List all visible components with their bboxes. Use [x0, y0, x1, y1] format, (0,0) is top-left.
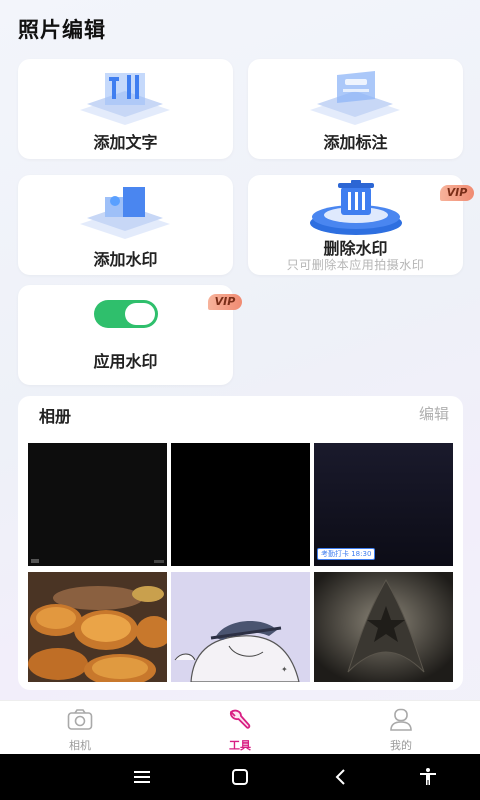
annotation-tool-illustration: [310, 71, 400, 125]
toggle-knob: [125, 303, 155, 325]
photo-thumbnail[interactable]: [314, 572, 453, 682]
add-text-card[interactable]: 添加文字: [18, 59, 233, 159]
photo-thumbnail[interactable]: [28, 572, 167, 682]
delete-watermark-card[interactable]: 删除水印 只可删除本应用拍摄水印: [248, 175, 463, 275]
thumbnail-corner-mark: [154, 560, 164, 563]
apply-watermark-vip-badge: VIP: [208, 294, 242, 310]
trash-icon: [310, 180, 402, 235]
bottom-tab-bar: 相机 工具 我的: [0, 700, 480, 754]
profile-icon: [390, 708, 412, 731]
system-navigation-bar: [0, 754, 480, 800]
watermark-stamp: 考勤打卡 18:30: [317, 548, 376, 560]
photo-thumbnail[interactable]: 考勤打卡 18:30: [314, 443, 453, 566]
watermark-stamp-text: 考勤打卡 18:30: [321, 550, 372, 558]
delete-watermark-sublabel: 只可删除本应用拍摄水印: [286, 258, 425, 272]
photo-thumbnail[interactable]: ✦: [171, 572, 310, 682]
add-watermark-card[interactable]: 添加水印: [18, 175, 233, 275]
add-annotation-card[interactable]: 添加标注: [248, 59, 463, 159]
tab-profile-label: 我的: [390, 739, 412, 752]
sketch-image: ✦: [171, 572, 310, 682]
page-title: 照片编辑: [18, 18, 106, 42]
watermark-tool-illustration: [80, 187, 170, 239]
accessibility-icon[interactable]: [418, 767, 438, 787]
album-title: 相册: [39, 407, 72, 426]
menu-icon[interactable]: [132, 767, 152, 787]
add-text-label: 添加文字: [93, 133, 158, 152]
delete-watermark-vip-badge: VIP: [440, 185, 474, 201]
add-annotation-label: 添加标注: [323, 133, 388, 152]
camera-icon: [67, 709, 93, 730]
photo-thumbnail[interactable]: [171, 443, 310, 566]
add-watermark-label: 添加水印: [93, 250, 158, 269]
album-panel: 相册 编辑 考勤打卡 18:30 ✦: [18, 396, 463, 690]
home-icon[interactable]: [230, 767, 250, 787]
apply-watermark-card[interactable]: 应用水印: [18, 285, 233, 385]
apply-watermark-label: 应用水印: [93, 352, 158, 371]
svg-text:✦: ✦: [281, 665, 288, 674]
tab-camera-label: 相机: [69, 739, 91, 752]
thumbnail-corner-mark: [31, 559, 39, 563]
tab-tools-label: 工具: [229, 739, 251, 752]
tab-tools[interactable]: 工具: [200, 701, 280, 755]
text-tool-illustration: [80, 73, 170, 125]
apply-watermark-toggle[interactable]: [94, 300, 158, 328]
starfleet-logo-image: [314, 572, 453, 682]
mooncakes-image: [28, 572, 167, 682]
tab-profile[interactable]: 我的: [361, 701, 441, 755]
album-edit-button[interactable]: 编辑: [419, 403, 449, 424]
wrench-icon: [229, 709, 251, 729]
back-icon[interactable]: [331, 767, 351, 787]
tab-camera[interactable]: 相机: [40, 701, 120, 755]
photo-thumbnail[interactable]: [28, 443, 167, 566]
